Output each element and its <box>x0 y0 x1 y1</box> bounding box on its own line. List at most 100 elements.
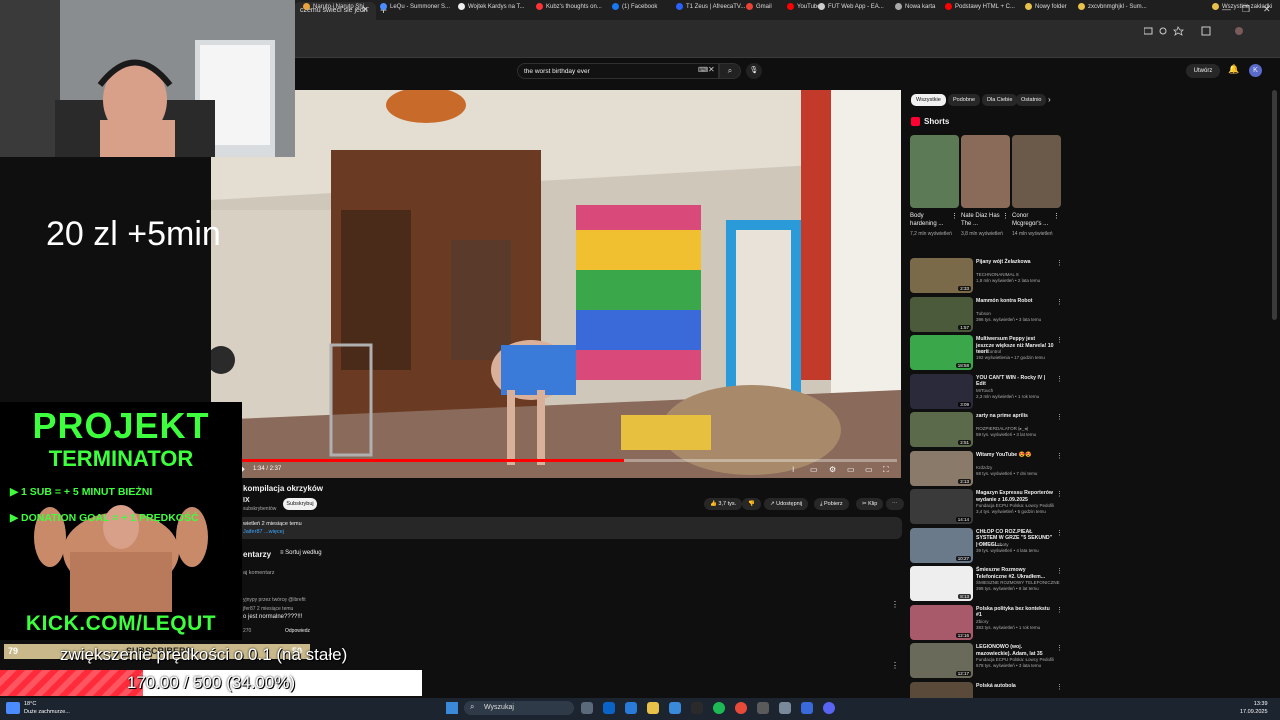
short-thumbnail[interactable] <box>910 135 959 208</box>
chip-dla-ciebie[interactable]: Dla Ciebie <box>982 94 1018 106</box>
download-button[interactable]: ⤓ Pobierz <box>814 498 849 510</box>
bell-icon[interactable]: 🔔 <box>1228 64 1239 75</box>
recommendation-more-icon[interactable]: ⋮ <box>1056 606 1063 614</box>
recommendation-thumbnail[interactable]: 8:13 <box>910 566 973 601</box>
weather-widget[interactable]: 18°C Duże zachmurze... <box>24 700 70 716</box>
recommendation-more-icon[interactable]: ⋮ <box>1056 336 1063 344</box>
short-thumbnail[interactable] <box>1012 135 1061 208</box>
recommendation-title[interactable]: zarty na prime aprilis <box>976 413 1054 420</box>
short-more-icon[interactable]: ⋮ <box>951 212 958 220</box>
recommendation-channel[interactable]: Zbiory <box>976 619 989 624</box>
like-button[interactable]: 👍 3,7 tys. <box>704 498 743 510</box>
bookmark-item[interactable]: Naruto i Naruto Shi... <box>303 3 369 10</box>
recommendation-channel[interactable]: MrTouch <box>976 388 993 393</box>
video-player[interactable] <box>211 90 901 478</box>
clear-search-icon[interactable]: ✕ <box>708 65 715 74</box>
recommendation-more-icon[interactable]: ⋮ <box>1056 259 1063 267</box>
sort-comments-button[interactable]: ≡ Sortuj według <box>280 550 322 556</box>
recommendation-more-icon[interactable]: ⋮ <box>1056 413 1063 421</box>
bookmark-item[interactable]: Wojtek Kardys na T... <box>458 3 524 10</box>
recommendation-thumbnail[interactable]: 10:27 <box>910 527 973 563</box>
keyboard-icon[interactable]: ⌨ <box>698 66 708 74</box>
recommendation-thumbnail[interactable]: 12:17 <box>910 643 973 678</box>
recommendation-title[interactable]: Polská autobola <box>976 683 1054 690</box>
settings-app-icon[interactable] <box>779 702 791 714</box>
chip-ostatnio[interactable]: Ostatnio <box>1016 94 1047 106</box>
recommendation-thumbnail[interactable]: 18:58 <box>910 335 973 370</box>
autoplay-toggle[interactable]: ⏽ <box>790 465 796 475</box>
create-button[interactable]: Utwórz <box>1186 64 1220 78</box>
bookmark-item[interactable]: FUT Web App - EA... <box>818 3 884 10</box>
recommendation-title[interactable]: LEGIONOWO (woj. mazowieckie). Adam, lat … <box>976 644 1054 657</box>
avatar[interactable]: K <box>1249 64 1262 77</box>
terminal-icon[interactable] <box>691 702 703 714</box>
reply-button[interactable]: Odpowiedz <box>285 628 310 634</box>
file-explorer-icon[interactable] <box>647 702 659 714</box>
spotify-icon[interactable] <box>713 702 725 714</box>
steam-icon[interactable] <box>801 702 813 714</box>
subtitles-icon[interactable]: ▭ <box>810 465 818 474</box>
recommendation-more-icon[interactable]: ⋮ <box>1056 683 1063 691</box>
recommendation-thumbnail[interactable]: 2:33 <box>910 258 973 293</box>
comment-more-icon[interactable]: ⋮ <box>891 600 899 609</box>
bookmark-item[interactable]: Podstawy HTML + C... <box>945 3 1015 10</box>
windows-start-icon[interactable] <box>446 702 458 714</box>
subscribe-button[interactable]: Subskrybuj <box>283 498 317 510</box>
recommendation-more-icon[interactable]: ⋮ <box>1056 375 1063 383</box>
recommendation-thumbnail[interactable]: 3:09 <box>910 373 973 409</box>
taskbar-search[interactable]: Wyszukaj <box>464 701 574 715</box>
recommendation-more-icon[interactable]: ⋮ <box>1056 490 1063 498</box>
chip-podobne[interactable]: Podobne <box>948 94 981 106</box>
recommendation-channel[interactable]: Tubson <box>976 311 991 316</box>
mic-icon[interactable]: 🎙 <box>746 63 762 79</box>
theater-icon[interactable]: ▭ <box>865 465 873 474</box>
recommendation-title[interactable]: Śmieszne Rozmowy Telefoniczne #2. Ukradł… <box>976 567 1054 580</box>
miniplayer-icon[interactable]: ▭ <box>847 465 855 474</box>
short-more-icon[interactable]: ⋮ <box>1053 212 1060 220</box>
chips-next-icon[interactable]: › <box>1048 95 1051 104</box>
page-scrollbar[interactable] <box>1272 90 1277 320</box>
bookmark-item[interactable]: LeQu - Summoner S... <box>380 3 450 10</box>
recommendation-title[interactable]: Witamy YouTube 😍😍 <box>976 452 1054 459</box>
recommendation-channel[interactable]: TECHNONANIMAL 8 <box>976 272 1019 277</box>
recommendation-thumbnail[interactable]: 14:14 <box>910 489 973 524</box>
description-more[interactable]: Jaifer87 ...więcej <box>243 529 284 535</box>
channel-name[interactable]: IX <box>243 497 250 504</box>
description-box[interactable] <box>238 517 902 539</box>
comment-author[interactable]: jfer87 2 miesiące temu <box>243 606 293 612</box>
short-more-icon[interactable]: ⋮ <box>1002 212 1009 220</box>
recommendation-title[interactable]: Magazyn Expressu Reporterów wydanie z 16… <box>976 490 1054 503</box>
recommendation-more-icon[interactable]: ⋮ <box>1056 298 1063 306</box>
recommendation-title[interactable]: Polska polityka bez kontekstu #1 <box>976 606 1054 619</box>
recommendation-title[interactable]: Mammón kontra Robot <box>976 298 1054 305</box>
store-icon[interactable] <box>669 702 681 714</box>
recommendation-channel[interactable]: ŚMIESZNE ROZMOWY TELEFONICZNE <box>976 580 1060 585</box>
recommendation-more-icon[interactable]: ⋮ <box>1056 567 1063 575</box>
fullscreen-icon[interactable]: ⛶ <box>883 465 889 475</box>
bookmark-item[interactable]: zxcvbnmghjkl - Sum... <box>1078 3 1147 10</box>
chrome-icon[interactable] <box>735 702 747 714</box>
recommendation-channel[interactable]: Fundacja ECPU Polska: Łowcy Pedofili <box>976 503 1054 508</box>
outlook-icon[interactable] <box>603 702 615 714</box>
obs-icon[interactable] <box>757 702 769 714</box>
recommendation-title[interactable]: YOU CAN'T WIN - Rocky IV | Edit <box>976 375 1054 388</box>
discord-icon[interactable] <box>823 702 835 714</box>
dislike-button[interactable]: 👎 <box>742 498 761 510</box>
share-button[interactable]: ↗ Udostępnij <box>764 498 809 510</box>
bookmark-item[interactable]: YouTube <box>787 3 821 10</box>
short-title[interactable]: Conor Mcgregor's ... <box>1012 212 1052 228</box>
all-bookmarks-button[interactable]: Wszystkie zakładki <box>1212 3 1272 10</box>
recommendation-channel[interactable]: Fundacja ECPU Polska: Łowcy Pedofili <box>976 657 1054 662</box>
bookmark-item[interactable]: T1 Zeus | AfreecaTV... <box>676 3 745 10</box>
search-button[interactable]: ⌕ <box>719 63 741 79</box>
short-thumbnail[interactable] <box>961 135 1010 208</box>
recommendation-thumbnail[interactable]: 2:51 <box>910 412 973 447</box>
taskbar-clock[interactable]: 13:39 17.09.2025 <box>1240 700 1268 716</box>
bookmark-item[interactable]: (1) Facebook <box>612 3 657 10</box>
recommendation-channel[interactable]: Krdzdzy <box>976 465 992 470</box>
comment-more-icon-2[interactable]: ⋮ <box>891 661 899 670</box>
search-input[interactable]: the worst birthday ever <box>517 63 719 79</box>
recommendation-more-icon[interactable]: ⋮ <box>1056 644 1063 652</box>
short-title[interactable]: Body hardening ... <box>910 212 950 228</box>
add-comment-input[interactable]: aj komentarz <box>243 570 275 576</box>
